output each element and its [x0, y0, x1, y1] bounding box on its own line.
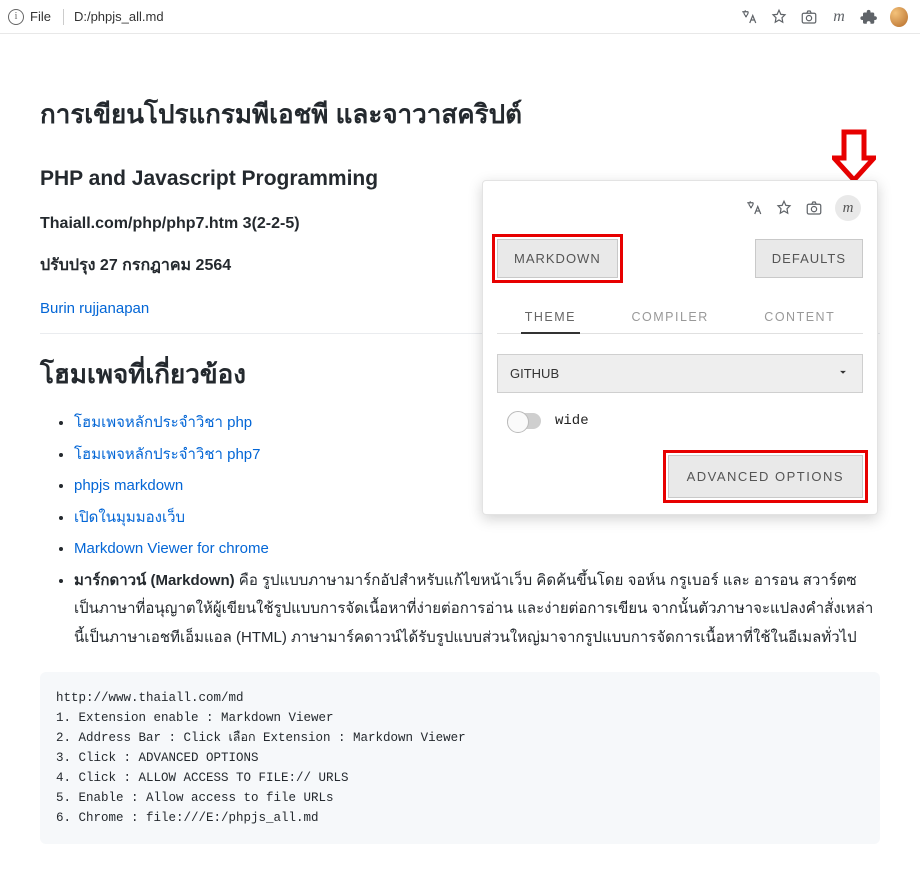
tab-compiler[interactable]: COMPILER	[628, 302, 713, 333]
wide-toggle-row: wide	[507, 413, 863, 429]
tab-content[interactable]: CONTENT	[760, 302, 839, 333]
translate-icon[interactable]	[745, 199, 763, 217]
popup-toolbar: m	[497, 195, 863, 221]
related-link[interactable]: โฮมเพจหลักประจำวิชา php7	[74, 441, 260, 470]
related-link[interactable]: Markdown Viewer for chrome	[74, 535, 269, 564]
list-item: Markdown Viewer for chrome	[74, 535, 880, 564]
toolbar-icons: m	[740, 8, 912, 26]
defaults-button[interactable]: DEFAULTS	[755, 239, 863, 278]
camera-icon[interactable]	[800, 8, 818, 26]
page-title-th: การเขียนโปรแกรมพีเอชพี และจาวาสคริปต์	[40, 94, 880, 135]
markdown-viewer-extension-icon[interactable]: m	[835, 195, 861, 221]
tab-theme[interactable]: THEME	[521, 302, 580, 334]
site-info-icon[interactable]: i	[8, 9, 24, 25]
wide-toggle-label: wide	[555, 413, 589, 429]
related-link[interactable]: เปิดในมุมมองเว็บ	[74, 504, 185, 533]
related-link[interactable]: โฮมเพจหลักประจำวิชา php	[74, 409, 252, 438]
browser-address-bar: i File D:/phpjs_all.md m	[0, 0, 920, 34]
popup-primary-buttons: MARKDOWN DEFAULTS	[497, 239, 863, 278]
url-scheme-label: File	[30, 9, 51, 24]
popup-tabs: THEME COMPILER CONTENT	[497, 302, 863, 334]
wide-toggle[interactable]	[507, 413, 541, 429]
related-link[interactable]: phpjs markdown	[74, 472, 183, 501]
extension-popup: m MARKDOWN DEFAULTS THEME COMPILER CONTE…	[482, 180, 878, 515]
bookmark-star-icon[interactable]	[775, 199, 793, 217]
theme-select-value: GITHUB	[510, 366, 559, 381]
translate-icon[interactable]	[740, 8, 758, 26]
camera-icon[interactable]	[805, 199, 823, 217]
list-item: มาร์กดาวน์ (Markdown) คือ รูปแบบภาษามาร์…	[74, 567, 880, 653]
theme-select[interactable]: GITHUB	[497, 354, 863, 393]
url-path[interactable]: D:/phpjs_all.md	[74, 9, 734, 24]
extensions-puzzle-icon[interactable]	[860, 8, 878, 26]
profile-avatar-icon[interactable]	[890, 8, 908, 26]
separator	[63, 9, 64, 25]
annotation-arrow-icon	[832, 128, 876, 184]
chevron-down-icon	[836, 365, 850, 382]
advanced-options-button[interactable]: ADVANCED OPTIONS	[668, 455, 863, 498]
author-link[interactable]: Burin rujjanapan	[40, 300, 149, 317]
markdown-term: มาร์กดาวน์ (Markdown)	[74, 572, 235, 589]
markdown-button[interactable]: MARKDOWN	[497, 239, 618, 278]
code-block: http://www.thaiall.com/md 1. Extension e…	[40, 672, 880, 844]
markdown-viewer-extension-icon[interactable]: m	[830, 8, 848, 26]
bookmark-star-icon[interactable]	[770, 8, 788, 26]
